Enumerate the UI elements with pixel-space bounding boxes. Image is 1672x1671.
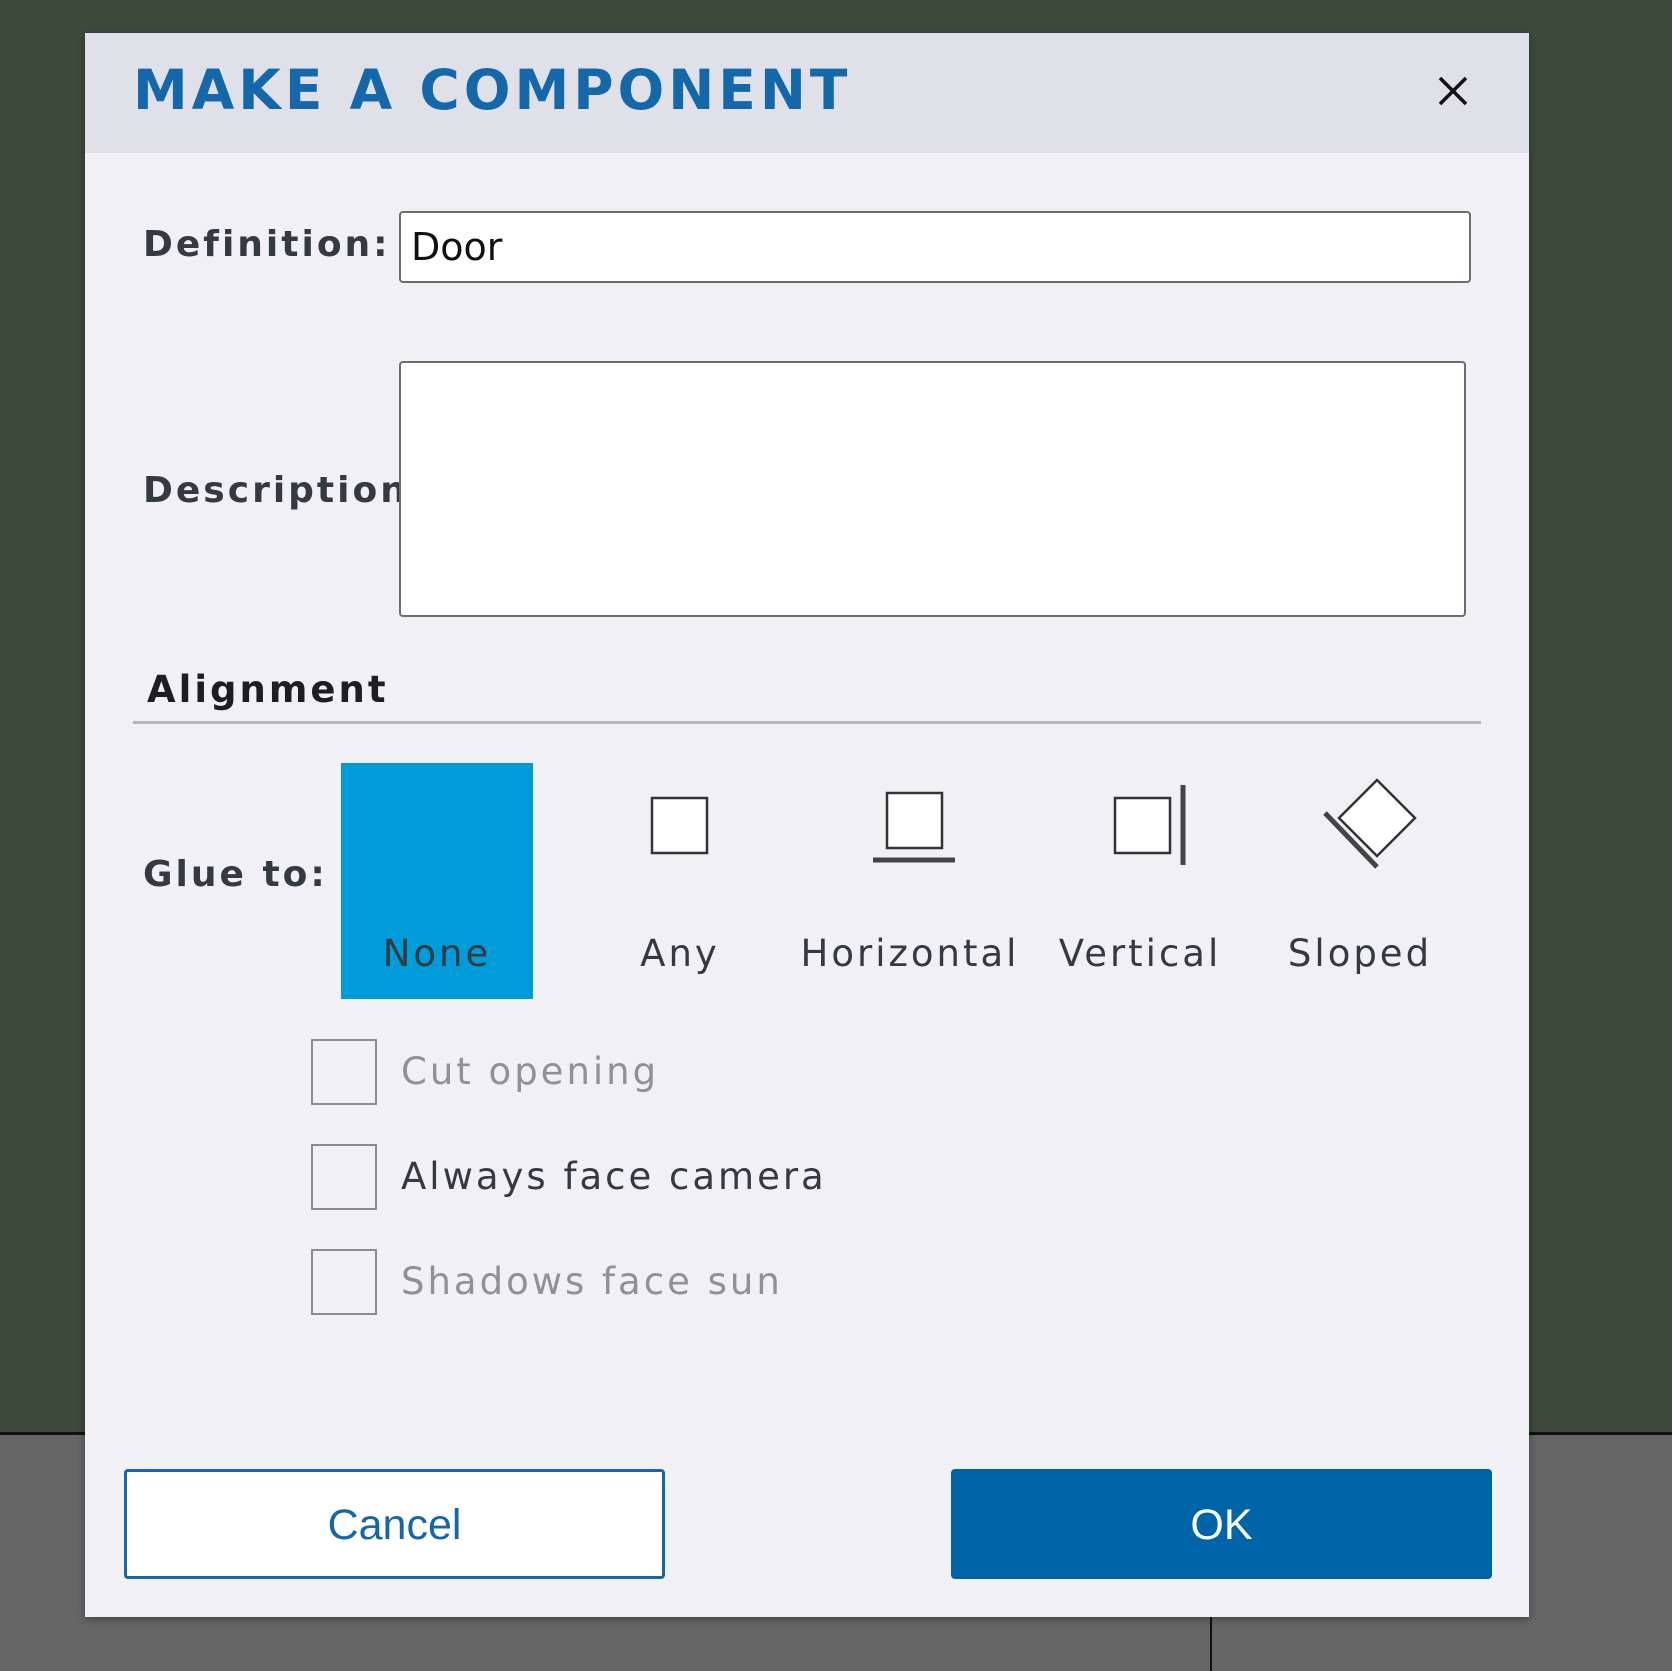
- glue-option-label: None: [382, 932, 492, 975]
- shadows-face-sun-label: Shadows face sun: [401, 1260, 783, 1303]
- glue-option-none[interactable]: None: [341, 763, 533, 999]
- glue-to-label: Glue to:: [143, 854, 328, 895]
- glue-option-label: Vertical: [1058, 932, 1222, 975]
- glue-option-label: Horizontal: [800, 932, 1020, 975]
- definition-input[interactable]: [399, 211, 1471, 283]
- alignment-section-title: Alignment: [147, 668, 389, 711]
- cancel-button[interactable]: Cancel: [124, 1469, 665, 1579]
- shadows-face-sun-checkbox[interactable]: [311, 1249, 377, 1315]
- close-icon: [1438, 76, 1468, 106]
- vertical-plane-icon: [1113, 785, 1186, 865]
- alignment-divider: [133, 721, 1481, 724]
- ok-button[interactable]: OK: [951, 1469, 1492, 1579]
- horizontal-plane-icon: [873, 791, 955, 863]
- glue-none-icon: [341, 763, 533, 913]
- definition-label: Definition:: [143, 224, 391, 265]
- make-component-dialog: MAKE A COMPONENT Definition: Description…: [85, 33, 1529, 1617]
- dialog-header: MAKE A COMPONENT: [85, 33, 1529, 153]
- dialog-title: MAKE A COMPONENT: [133, 58, 852, 122]
- cut-opening-checkbox[interactable]: [311, 1039, 377, 1105]
- glue-option-label: Sloped: [1287, 932, 1433, 975]
- glue-option-label: Any: [640, 932, 720, 975]
- glue-option-vertical[interactable]: Vertical: [1045, 763, 1235, 999]
- description-textarea[interactable]: [399, 361, 1466, 617]
- glue-option-any[interactable]: Any: [595, 763, 765, 999]
- glue-option-sloped[interactable]: Sloped: [1265, 763, 1455, 999]
- description-label: Description:: [143, 470, 427, 511]
- cut-opening-label: Cut opening: [401, 1050, 660, 1093]
- sloped-plane-icon: [1323, 778, 1417, 869]
- always-face-camera-label: Always face camera: [401, 1155, 827, 1198]
- close-button[interactable]: [1425, 63, 1481, 119]
- always-face-camera-checkbox[interactable]: [311, 1144, 377, 1210]
- any-square-icon: [650, 796, 709, 855]
- glue-option-horizontal[interactable]: Horizontal: [795, 763, 1025, 999]
